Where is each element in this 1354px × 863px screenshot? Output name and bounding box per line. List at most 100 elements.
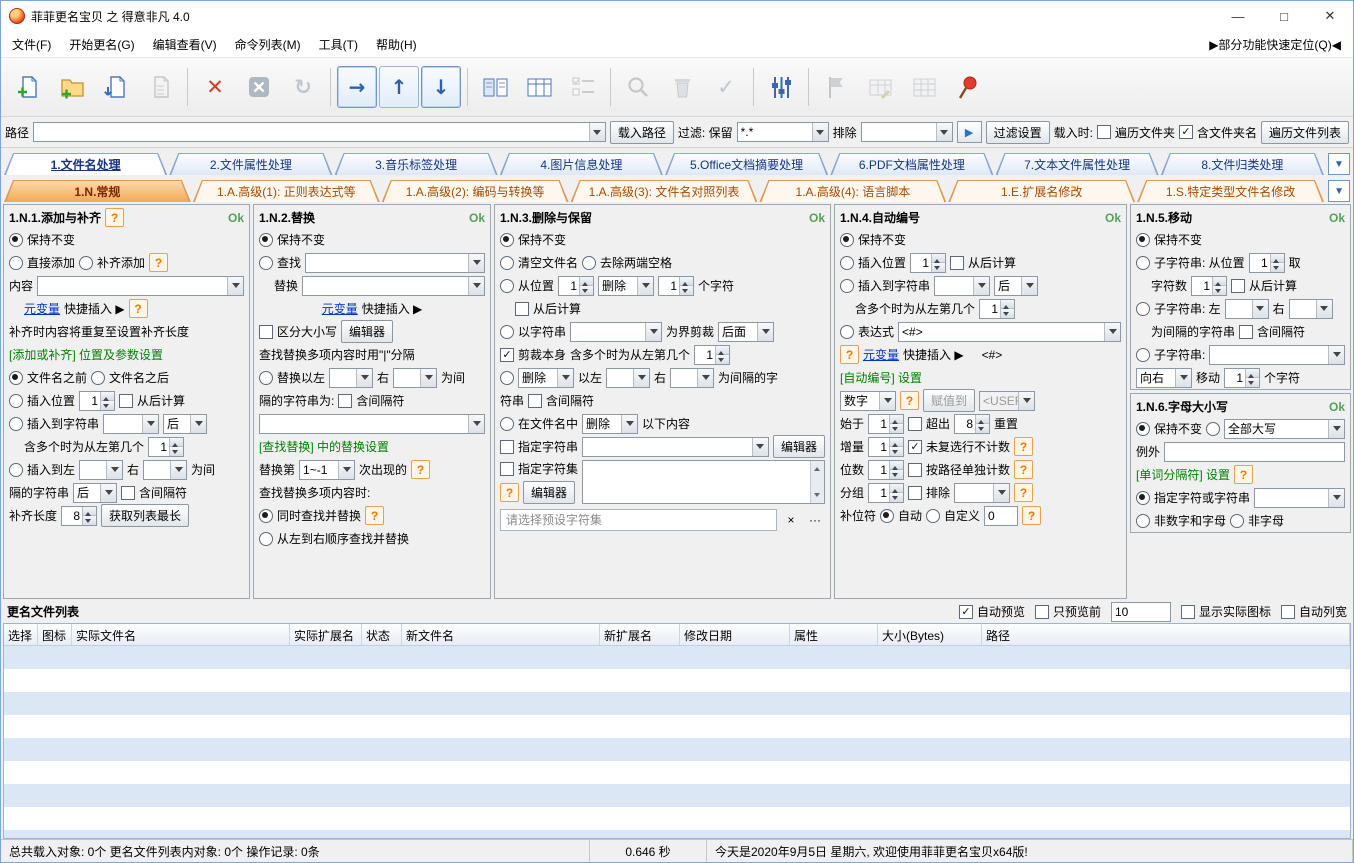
column-view-button[interactable] [518, 63, 560, 111]
in-name-radio[interactable]: 在文件名中 [500, 415, 578, 432]
delete-mode-combo[interactable]: 删除 [598, 276, 654, 296]
direction-combo[interactable]: 向右 [1136, 368, 1192, 388]
export-list-button[interactable] [139, 63, 181, 111]
column-size[interactable]: 大小(Bytes) [878, 624, 982, 645]
insert-between-radio[interactable]: 插入到左 [9, 461, 75, 478]
chevron-down-icon[interactable] [338, 461, 354, 479]
filter-combo[interactable]: *.* [737, 122, 829, 142]
show-icons-checkbox[interactable]: 显示实际图标 [1181, 603, 1271, 620]
help-button[interactable]: ? [1022, 506, 1041, 525]
menu-command-list[interactable]: 命令列表(M) [226, 33, 310, 55]
chevron-down-icon[interactable] [645, 323, 661, 341]
include-separator-checkbox[interactable]: 含间隔符 [338, 392, 404, 409]
chevron-down-icon[interactable] [812, 123, 828, 141]
new-list-button[interactable] [7, 63, 49, 111]
chevron-down-icon[interactable] [356, 369, 372, 387]
insert-to-string-radio[interactable]: 插入到字符串 [9, 415, 99, 432]
after-name-radio[interactable]: 文件名之后 [91, 369, 169, 386]
chevron-down-icon[interactable] [589, 123, 605, 141]
from-end-checkbox[interactable]: 从后计算 [1231, 277, 1297, 294]
chevron-down-icon[interactable] [170, 461, 186, 479]
load-path-button[interactable]: 载入路径 [610, 121, 674, 144]
subtab-script[interactable]: 1.A.高级(4): 语言脚本 [759, 180, 946, 202]
include-separator-checkbox[interactable]: 含间隔符 [1239, 323, 1305, 340]
help-button[interactable]: ? [149, 253, 168, 272]
exclude-checkbox[interactable]: 排除 [908, 484, 950, 501]
replace-combo[interactable] [302, 276, 485, 296]
chevron-down-icon[interactable] [1252, 300, 1268, 318]
editor-button[interactable]: 编辑器 [773, 435, 825, 458]
quick-insert-label[interactable]: 快捷插入 ▶ [903, 346, 964, 363]
include-separator-checkbox[interactable]: 含间隔符 [121, 484, 187, 501]
nth-spinner[interactable]: 1 [979, 299, 1015, 319]
find-combo[interactable] [305, 253, 485, 273]
subtab-extension[interactable]: 1.E.扩展名修改 [948, 180, 1135, 202]
cut-side-combo[interactable]: 后面 [718, 322, 774, 342]
move-spinner[interactable]: 1 [1224, 368, 1260, 388]
minimize-button[interactable]: — [1215, 1, 1261, 31]
chevron-down-icon[interactable] [936, 123, 952, 141]
discard-button[interactable] [661, 63, 703, 111]
substring-between-radio[interactable]: 子字符串: 左 [1136, 300, 1221, 317]
nth-spinner[interactable]: 1 [694, 345, 730, 365]
edit-grid-button[interactable] [859, 63, 901, 111]
subtab-encoding[interactable]: 1.A.高级(2): 编码与转换等 [382, 180, 569, 202]
start-spinner[interactable]: 1 [868, 414, 904, 434]
chevron-down-icon[interactable] [468, 277, 484, 295]
case-mode-radio[interactable] [1206, 422, 1220, 436]
clear-preset-button[interactable]: × [781, 510, 801, 530]
auto-pad-radio[interactable]: 自动 [880, 507, 922, 524]
right-sep-combo[interactable] [393, 368, 437, 388]
include-separator-checkbox[interactable]: 含间隔符 [528, 392, 594, 409]
nth-spinner[interactable]: 1 [148, 437, 184, 457]
column-path[interactable]: 路径 [982, 624, 1350, 645]
menu-help[interactable]: 帮助(H) [367, 33, 426, 55]
left-sep-combo[interactable] [606, 368, 650, 388]
substring-position-radio[interactable]: 子字符串: 从位置 [1136, 254, 1245, 271]
chevron-down-icon[interactable] [468, 415, 484, 433]
content-combo[interactable] [37, 276, 244, 296]
filter-settings-button[interactable]: 过滤设置 [986, 121, 1050, 144]
spec-string-checkbox[interactable]: 指定字符串 [500, 438, 578, 455]
menu-file[interactable]: 文件(F) [3, 33, 60, 55]
help-button[interactable]: ? [500, 483, 519, 502]
column-new-name[interactable]: 新文件名 [402, 624, 600, 645]
help-button[interactable]: ? [365, 506, 384, 525]
chevron-down-icon[interactable] [757, 323, 773, 341]
simultaneous-radio[interactable]: 同时查找并替换 [259, 507, 361, 524]
left-sep-combo[interactable] [1225, 299, 1269, 319]
left-sep-combo[interactable] [79, 460, 123, 480]
occurrence-combo[interactable]: 1~-1 [299, 460, 355, 480]
more-presets-button[interactable]: ··· [805, 510, 825, 530]
path-combo[interactable] [33, 122, 606, 142]
menu-tools[interactable]: 工具(T) [310, 33, 367, 55]
right-sep-combo[interactable] [670, 368, 714, 388]
by-string-radio[interactable]: 以字符串 [500, 323, 566, 340]
from-end-checkbox[interactable]: 从后计算 [950, 254, 1016, 271]
case-mode-combo[interactable]: 全部大写 [1224, 419, 1345, 439]
separator-combo[interactable] [1254, 488, 1345, 508]
per-path-checkbox[interactable]: 按路径单独计数 [908, 461, 1010, 478]
quick-insert-label[interactable]: 快捷插入 ▶ [362, 300, 423, 317]
tab-text-attrs[interactable]: 7.文本文件属性处理 [996, 153, 1159, 175]
chevron-down-icon[interactable] [420, 369, 436, 387]
delete-keep-combo[interactable]: 删除 [518, 368, 574, 388]
move-up-button[interactable]: ↑ [379, 66, 419, 108]
from-end-checkbox[interactable]: 从后计算 [515, 300, 581, 317]
tab-file-attrs[interactable]: 2.文件属性处理 [169, 153, 332, 175]
non-alpha-radio[interactable]: 非字母 [1230, 512, 1284, 529]
pad-add-radio[interactable]: 补齐添加 [79, 254, 145, 271]
chevron-down-icon[interactable] [1316, 300, 1332, 318]
column-icon[interactable]: 图标 [38, 624, 72, 645]
keep-unchanged-radio[interactable]: 保持不变 [1136, 231, 1202, 248]
substring-combo[interactable] [1209, 345, 1345, 365]
chevron-down-icon[interactable] [557, 369, 573, 387]
case-sensitive-checkbox[interactable]: 区分大小写 [259, 323, 337, 340]
help-button[interactable]: ? [129, 299, 148, 318]
charset-textarea[interactable] [582, 460, 825, 504]
direct-add-radio[interactable]: 直接添加 [9, 254, 75, 271]
cut-self-checkbox[interactable]: 剪裁本身 [500, 346, 566, 363]
quick-insert-label[interactable]: 快捷插入 ▶ [64, 300, 125, 317]
insert-position-radio[interactable]: 插入位置 [9, 392, 75, 409]
boundary-string-combo[interactable] [570, 322, 662, 342]
